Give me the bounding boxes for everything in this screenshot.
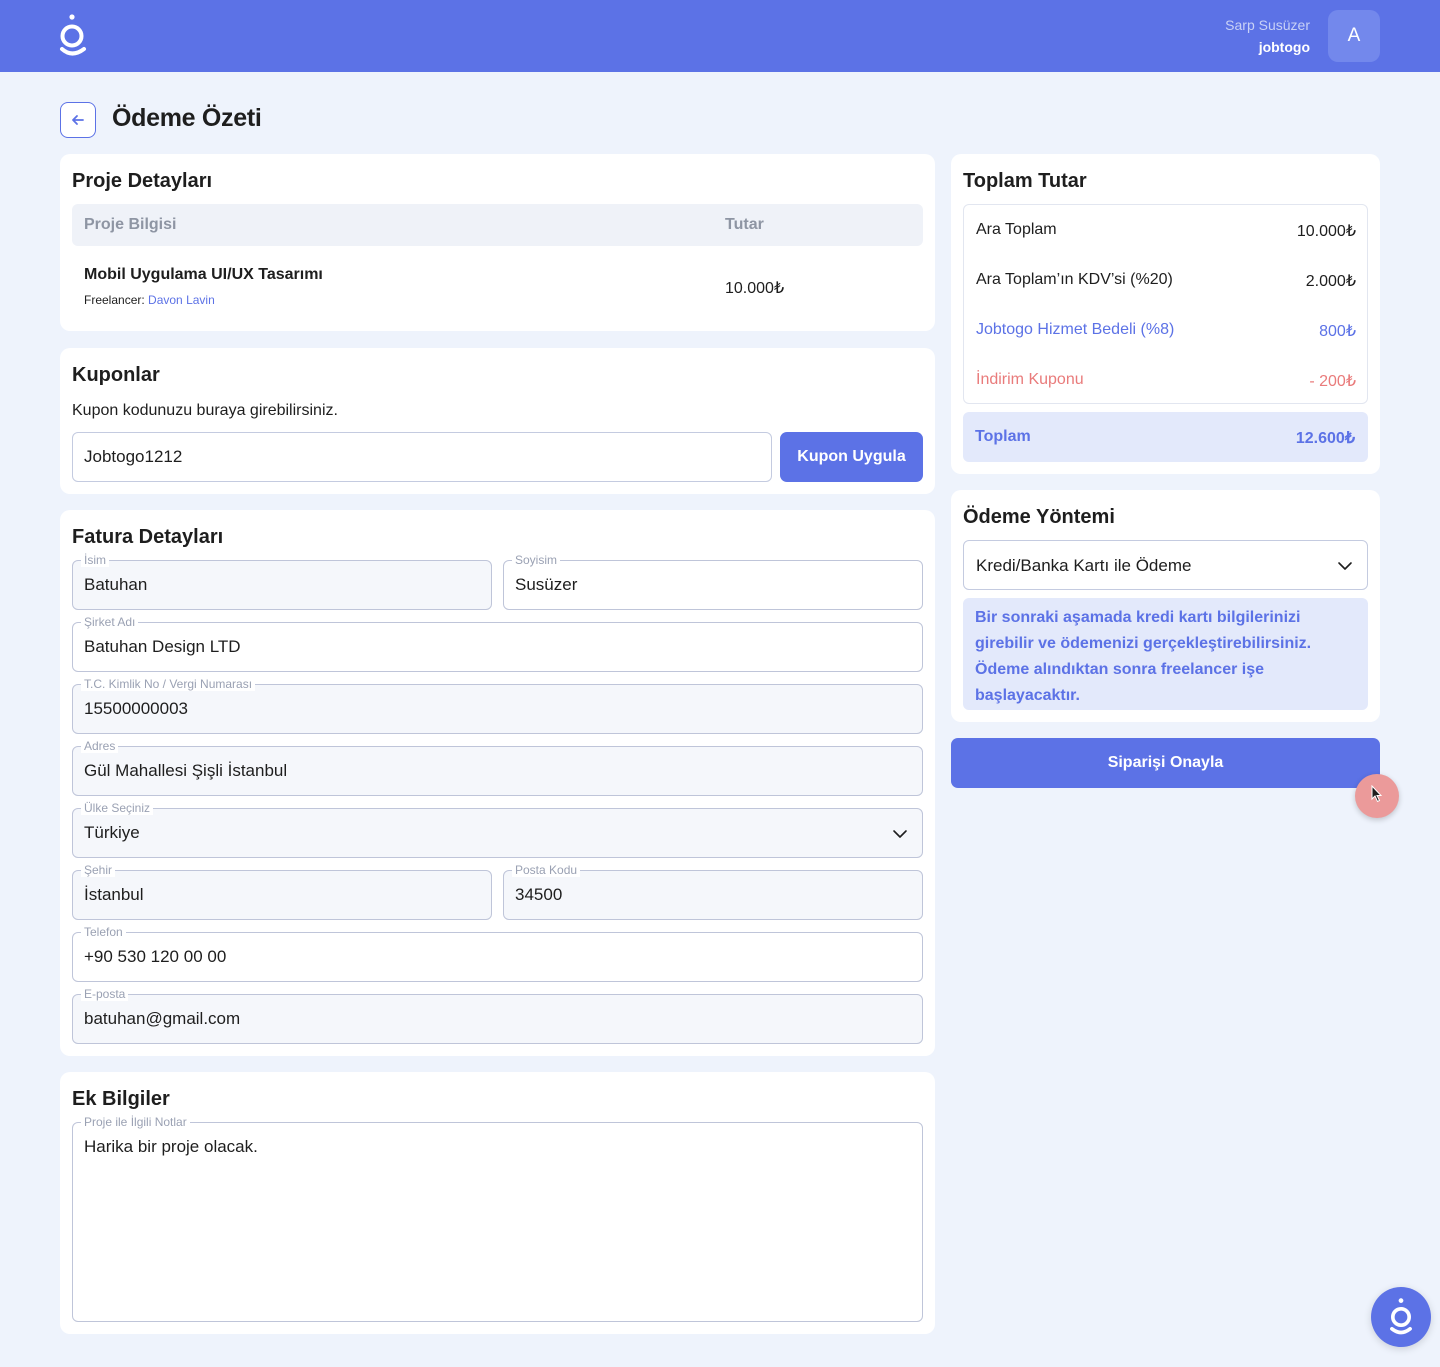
project-details-card: Proje Detayları Proje Bilgisi Tutar Mobi…: [60, 154, 935, 331]
jobtogo-logo[interactable]: [58, 14, 88, 58]
first-name-label: İsim: [81, 553, 109, 567]
company-value: Batuhan Design LTD: [84, 637, 241, 656]
coupons-title: Kuponlar: [72, 364, 160, 386]
postal-code-label: Posta Kodu: [512, 863, 581, 877]
table-header: Proje Bilgisi Tutar: [72, 204, 923, 246]
freelancer-label: Freelancer:: [84, 293, 145, 307]
address-value: Gül Mahallesi Şişli İstanbul: [84, 761, 288, 780]
phone-label: Telefon: [81, 925, 126, 939]
address-field[interactable]: Adres Gül Mahallesi Şişli İstanbul: [72, 739, 923, 796]
chevron-down-icon: [1338, 562, 1352, 570]
grand-total-row: Toplam 12.600₺: [963, 412, 1368, 462]
project-name: Mobil Uygulama UI/UX Tasarımı: [84, 266, 323, 283]
country-value: Türkiye: [84, 823, 140, 842]
postal-code-value: 34500: [515, 885, 563, 904]
payment-method-card: Ödeme Yöntemi Kredi/Banka Kartı ile Ödem…: [951, 490, 1380, 722]
avatar[interactable]: A: [1328, 10, 1380, 62]
total-title: Toplam Tutar: [963, 170, 1087, 192]
discount-value: - 200₺: [1309, 373, 1356, 390]
coupon-input[interactable]: Jobtogo1212: [72, 432, 772, 482]
city-value: İstanbul: [84, 885, 144, 904]
email-label: E-posta: [81, 987, 129, 1001]
last-name-field[interactable]: Soyisim Susüzer: [503, 553, 923, 610]
service-fee-label: Jobtogo Hizmet Bedeli (%8): [976, 321, 1175, 338]
project-details-title: Proje Detayları: [72, 170, 213, 192]
service-fee-value: 800₺: [1319, 323, 1356, 340]
address-label: Adres: [81, 739, 119, 753]
page-title: Ödeme Özeti: [112, 104, 262, 132]
apply-coupon-button[interactable]: Kupon Uygula: [780, 432, 923, 482]
back-button[interactable]: [60, 102, 96, 138]
invoice-details-title: Fatura Detayları: [72, 526, 224, 548]
payment-method-value: Kredi/Banka Kartı ile Ödeme: [976, 556, 1192, 575]
first-name-field[interactable]: İsim Batuhan: [72, 553, 492, 610]
first-name-value: Batuhan: [84, 575, 148, 594]
email-value: batuhan@gmail.com: [84, 1009, 241, 1028]
notes-value: Harika bir proje olacak.: [84, 1137, 258, 1156]
top-bar: Sarp Susüzer jobtogo A: [0, 0, 1440, 72]
tax-id-label: T.C. Kimlik No / Vergi Numarası: [81, 677, 256, 691]
extra-info-title: Ek Bilgiler: [72, 1088, 170, 1110]
city-field[interactable]: Şehir İstanbul: [72, 863, 492, 920]
chevron-down-icon: [893, 830, 907, 838]
coupon-hint: Kupon kodunuzu buraya girebilirsiniz.: [72, 402, 338, 419]
discount-label: İndirim Kuponu: [976, 371, 1084, 388]
jobtogo-logo-icon: [1390, 1298, 1412, 1335]
confirm-order-button[interactable]: Siparişi Onayla: [951, 738, 1380, 788]
payment-method-title: Ödeme Yöntemi: [963, 506, 1115, 528]
user-org: jobtogo: [1258, 39, 1310, 55]
help-chat-button[interactable]: [1371, 1287, 1431, 1347]
company-label: Şirket Adı: [81, 615, 139, 629]
phone-field[interactable]: Telefon +90 530 120 00 00: [72, 925, 923, 982]
extra-info-card: Ek Bilgiler Proje ile İlgili Notlar Hari…: [60, 1072, 935, 1334]
column-project-info: Proje Bilgisi: [84, 216, 177, 233]
user-info: Sarp Susüzer jobtogo: [1225, 16, 1310, 60]
payment-method-select[interactable]: Kredi/Banka Kartı ile Ödeme: [963, 540, 1368, 590]
cursor-icon: [1371, 785, 1383, 803]
column-amount: Tutar: [725, 216, 764, 233]
notes-textarea[interactable]: Proje ile İlgili Notlar Harika bir proje…: [72, 1115, 923, 1322]
total-card: Toplam Tutar Ara Toplam 10.000₺ Ara Topl…: [951, 154, 1380, 474]
last-name-value: Susüzer: [515, 575, 578, 594]
subtotal-value: 10.000₺: [1296, 223, 1356, 240]
postal-code-field[interactable]: Posta Kodu 34500: [503, 863, 923, 920]
coupons-card: Kuponlar Kupon kodunuzu buraya girebilir…: [60, 348, 935, 494]
tax-id-value: 15500000003: [84, 699, 189, 718]
phone-value: +90 530 120 00 00: [84, 947, 227, 966]
country-label: Ülke Seçiniz: [81, 801, 154, 815]
vat-value: 2.000₺: [1305, 273, 1356, 290]
company-field[interactable]: Şirket Adı Batuhan Design LTD: [72, 615, 923, 672]
summary-box: Ara Toplam 10.000₺ Ara Toplam’ın KDV’si …: [963, 204, 1368, 404]
grand-total-value: 12.600₺: [1295, 430, 1355, 447]
freelancer-link[interactable]: Davon Lavin: [148, 293, 215, 307]
grand-total-label: Toplam: [975, 428, 1031, 445]
city-label: Şehir: [81, 863, 116, 877]
vat-label: Ara Toplam’ın KDV’si (%20): [976, 271, 1173, 288]
invoice-details-card: Fatura Detayları İsim Batuhan Soyisim Su…: [60, 510, 935, 1056]
subtotal-label: Ara Toplam: [976, 221, 1057, 238]
country-select[interactable]: Ülke Seçiniz Türkiye: [72, 801, 923, 858]
tax-id-field[interactable]: T.C. Kimlik No / Vergi Numarası 15500000…: [72, 677, 923, 734]
last-name-label: Soyisim: [512, 553, 561, 567]
freelancer-line: Freelancer: Davon Lavin: [84, 293, 215, 307]
project-amount: 10.000₺: [725, 280, 785, 297]
notes-label: Proje ile İlgili Notlar: [81, 1115, 190, 1129]
arrow-left-icon: [72, 115, 84, 125]
user-name: Sarp Susüzer: [1225, 17, 1310, 33]
email-field[interactable]: E-posta batuhan@gmail.com: [72, 987, 923, 1044]
payment-info-text: Bir sonraki aşamada kredi kartı bilgiler…: [963, 598, 1368, 710]
